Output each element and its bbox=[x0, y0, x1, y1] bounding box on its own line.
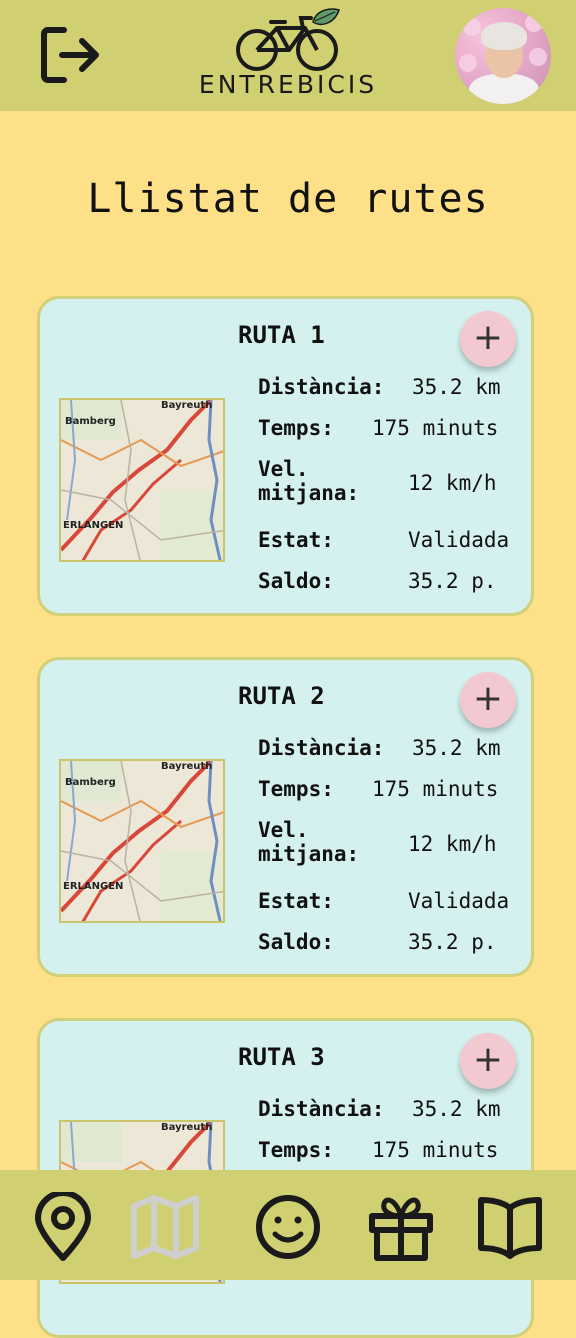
speed-label: Vel. mitjana: bbox=[258, 818, 360, 866]
plus-icon: + bbox=[472, 1039, 504, 1080]
bicycle-logo-icon bbox=[236, 8, 340, 71]
balance-label: Saldo: bbox=[258, 569, 334, 593]
gift-icon[interactable] bbox=[366, 1192, 436, 1262]
status-label: Estat: bbox=[258, 889, 334, 913]
plus-icon: + bbox=[472, 317, 504, 358]
map-icon[interactable] bbox=[130, 1192, 200, 1262]
distance-label: Distància: bbox=[258, 375, 385, 399]
distance-value: 35.2 km bbox=[412, 736, 501, 760]
time-label: Temps: bbox=[258, 416, 334, 440]
balance-value: 35.2 p. bbox=[408, 930, 497, 954]
smile-icon[interactable] bbox=[253, 1192, 323, 1262]
route-card[interactable]: RUTA 2 + Bamberg Bayreuth ERLANGEN Distà… bbox=[37, 657, 534, 977]
time-label: Temps: bbox=[258, 777, 334, 801]
top-app-bar: ENTREBICIS bbox=[0, 0, 576, 111]
time-value: 175 minuts bbox=[372, 777, 499, 801]
plus-icon: + bbox=[472, 678, 504, 719]
status-label: Estat: bbox=[258, 528, 334, 552]
add-route-button[interactable]: + bbox=[460, 311, 516, 367]
time-value: 175 minuts bbox=[372, 1138, 499, 1162]
distance-label: Distància: bbox=[258, 1097, 385, 1121]
map-label: ERLANGEN bbox=[63, 881, 123, 892]
time-value: 175 minuts bbox=[372, 416, 499, 440]
map-label: ERLANGEN bbox=[63, 520, 123, 531]
map-label: Bayreuth bbox=[161, 400, 212, 411]
speed-value: 12 km/h bbox=[408, 832, 497, 856]
speed-label: Vel. mitjana: bbox=[258, 457, 360, 505]
balance-value: 35.2 p. bbox=[408, 569, 497, 593]
map-label: Bamberg bbox=[65, 777, 116, 788]
status-value: Validada bbox=[408, 889, 510, 913]
distance-value: 35.2 km bbox=[412, 375, 501, 399]
map-label: Bayreuth bbox=[161, 1122, 212, 1133]
map-image: Bamberg Bayreuth ERLANGEN bbox=[61, 761, 223, 921]
avatar[interactable] bbox=[455, 8, 551, 104]
distance-value: 35.2 km bbox=[412, 1097, 501, 1121]
route-card[interactable]: RUTA 1 + Bamberg Bayreuth ERLANGEN Distà… bbox=[37, 296, 534, 616]
route-name: RUTA 1 bbox=[238, 321, 325, 349]
status-value: Validada bbox=[408, 528, 510, 552]
route-name: RUTA 2 bbox=[238, 682, 325, 710]
brand-name: ENTREBICIS bbox=[198, 70, 378, 99]
map-label: Bamberg bbox=[65, 416, 116, 427]
route-name: RUTA 3 bbox=[238, 1043, 325, 1071]
logout-icon[interactable] bbox=[38, 24, 104, 86]
time-label: Temps: bbox=[258, 1138, 334, 1162]
balance-label: Saldo: bbox=[258, 930, 334, 954]
route-map-thumbnail: Bamberg Bayreuth ERLANGEN bbox=[59, 759, 225, 923]
speed-value: 12 km/h bbox=[408, 471, 497, 495]
map-label: Bayreuth bbox=[161, 761, 212, 772]
add-route-button[interactable]: + bbox=[460, 1033, 516, 1089]
add-route-button[interactable]: + bbox=[460, 672, 516, 728]
route-map-thumbnail: Bamberg Bayreuth ERLANGEN bbox=[59, 398, 225, 562]
bottom-nav-bar bbox=[0, 1170, 576, 1280]
map-image: Bamberg Bayreuth ERLANGEN bbox=[61, 400, 223, 560]
book-icon[interactable] bbox=[475, 1192, 545, 1262]
page-title: Llistat de rutes bbox=[87, 176, 489, 222]
location-pin-icon[interactable] bbox=[28, 1192, 98, 1262]
distance-label: Distància: bbox=[258, 736, 385, 760]
app-logo: ENTREBICIS bbox=[192, 6, 384, 106]
